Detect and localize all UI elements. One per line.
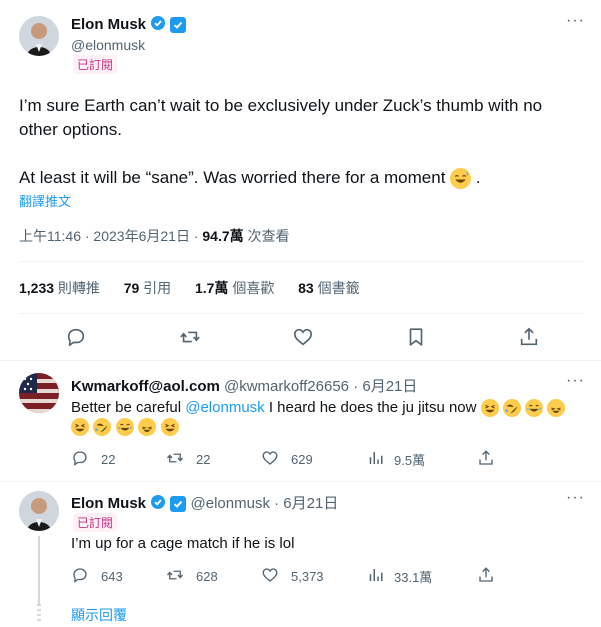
reply1-author-name[interactable]: Kwmarkoff@aol.com [71, 378, 220, 395]
tweet-timestamp-row: 上午11:46 · 2023年6月21日 · 94.7萬 次查看 [19, 226, 290, 246]
author-name[interactable]: Elon Musk [71, 16, 146, 33]
reply1-like-button[interactable]: 629 [261, 449, 313, 470]
tweet-text: I’m sure Earth can’t wait to be exclusiv… [19, 94, 589, 190]
views-icon [366, 449, 384, 470]
cat-joy-emoji-icon [138, 418, 157, 436]
like-icon [261, 566, 279, 587]
reply1-likes-count: 629 [291, 452, 313, 467]
share-icon[interactable] [518, 326, 540, 348]
reply2-author-name[interactable]: Elon Musk [71, 495, 146, 512]
like-icon[interactable] [292, 326, 314, 348]
retweet-icon [166, 566, 184, 587]
cat-joy-emoji-icon [547, 399, 566, 418]
views-icon [366, 566, 384, 587]
retweet-icon[interactable] [179, 326, 201, 348]
subscribed-badge: 已訂閱 [73, 55, 118, 74]
thread-dots [37, 604, 41, 622]
reply-icon [71, 566, 89, 587]
reply1-text: Better be careful @elonmusk I heard he d… [71, 397, 591, 419]
reply2-author-handle[interactable]: @elonmusk [191, 495, 270, 512]
reply2-date[interactable]: · 6月21日 [274, 495, 338, 512]
share-icon [477, 450, 495, 470]
author-handle[interactable]: @elonmusk [71, 37, 145, 53]
reply2-likes-count: 5,373 [291, 569, 324, 584]
affiliate-badge-icon [170, 496, 187, 513]
quotes-stat[interactable]: 79 引用 [124, 280, 171, 296]
thread-line [38, 536, 40, 606]
reply1-retweets-count: 22 [196, 452, 211, 467]
reply1-share-button[interactable] [477, 449, 495, 470]
joy-emoji-icon [115, 418, 134, 436]
show-replies-link[interactable]: 顯示回覆 [71, 605, 127, 625]
more-options-icon[interactable]: ··· [566, 12, 585, 30]
reply1-retweet-button[interactable]: 22 [166, 449, 210, 470]
share-icon [477, 567, 495, 587]
reply2-views-count: 33.1萬 [394, 570, 433, 585]
reply1-more-options-icon[interactable]: ··· [566, 372, 585, 390]
laughing-emoji-icon [160, 418, 179, 436]
reply2-avatar[interactable] [19, 491, 59, 531]
reply-icon[interactable] [65, 326, 87, 348]
bookmarks-stat[interactable]: 83 個書籤 [298, 280, 359, 296]
tweet-timestamp[interactable]: 上午11:46 · 2023年6月21日 · [19, 228, 202, 244]
reply1-reply-button[interactable]: 22 [71, 449, 115, 470]
affiliate-badge-icon [170, 17, 187, 33]
rofl-emoji-icon [93, 418, 112, 436]
tweet-text-line3: At least it will be “sane”. Was worried … [19, 168, 446, 187]
likes-stat[interactable]: 1.7萬 個喜歡 [195, 280, 274, 296]
reply1-header: Kwmarkoff@aol.com @kwmarkoff26656 · 6月21… [71, 375, 417, 396]
divider [0, 360, 601, 361]
reply1-author-handle[interactable]: @kwmarkoff26656 [224, 378, 349, 395]
tweet-text-line2: other options. [19, 120, 123, 139]
reply2-retweets-count: 628 [196, 569, 218, 584]
tweet-text-line1: I’m sure Earth can’t wait to be exclusiv… [19, 96, 543, 115]
reply1-mention-link[interactable]: @elonmusk [185, 399, 264, 416]
reply1-views-count: 9.5萬 [394, 453, 426, 468]
divider [19, 313, 583, 314]
reply1-views-button[interactable]: 9.5萬 [366, 449, 425, 470]
like-icon [261, 449, 279, 470]
reply2-more-options-icon[interactable]: ··· [566, 489, 585, 507]
retweet-icon [166, 449, 184, 470]
rofl-emoji-icon [502, 399, 521, 418]
reply2-retweet-button[interactable]: 628 [166, 566, 218, 587]
reply2-replies-count: 643 [101, 569, 123, 584]
divider [0, 481, 601, 482]
retweets-stat[interactable]: 1,233 則轉推 [19, 280, 100, 296]
reply1-emoji-row1 [480, 399, 566, 418]
sweat-smile-emoji-icon [450, 168, 472, 190]
joy-emoji-icon [525, 399, 543, 418]
reply1-text-suffix: I heard he does the ju jitsu now [264, 399, 477, 416]
reply2-text: I’m up for a cage match if he is lol [71, 535, 295, 552]
reply1-replies-count: 22 [101, 452, 116, 467]
bookmark-icon[interactable] [405, 326, 427, 348]
author-avatar[interactable] [19, 16, 59, 56]
reply2-views-button[interactable]: 33.1萬 [366, 566, 432, 587]
laughing-emoji-icon [71, 418, 89, 436]
reply2-subscribed-badge: 已訂閱 [73, 513, 118, 532]
reply1-avatar[interactable] [19, 373, 59, 413]
author-name-row: Elon Musk [71, 15, 187, 35]
reply1-text-prefix: Better be careful [71, 399, 186, 416]
reply-icon [71, 449, 89, 470]
divider [19, 261, 583, 262]
reply1-date[interactable]: · 6月21日 [353, 378, 417, 395]
laughing-emoji-icon [480, 399, 499, 418]
translate-tweet-link[interactable]: 翻譯推文 [19, 191, 71, 210]
views-label: 次查看 [243, 228, 290, 244]
reply2-header: Elon Musk @elonmusk · 6月21日 [71, 492, 338, 514]
tweet-stats-row: 1,233 則轉推 79 引用 1.7萬 個喜歡 83 個書籤 [19, 278, 360, 298]
verified-badge-icon [150, 15, 166, 35]
verified-badge-icon [150, 494, 166, 514]
reply2-like-button[interactable]: 5,373 [261, 566, 324, 587]
reply1-emoji-row2 [71, 418, 179, 436]
views-count: 94.7萬 [202, 228, 244, 244]
tweet-text-end: . [475, 168, 481, 187]
reply2-reply-button[interactable]: 643 [71, 566, 123, 587]
reply2-share-button[interactable] [477, 566, 495, 587]
